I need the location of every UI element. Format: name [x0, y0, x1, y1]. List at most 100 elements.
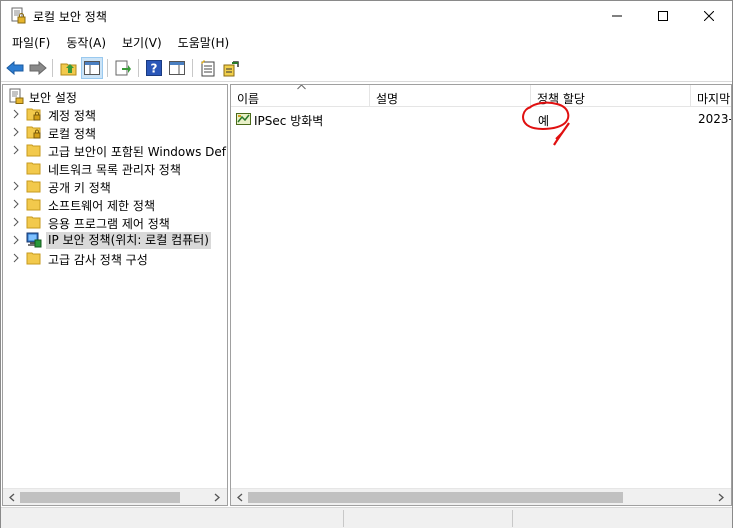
folder-lock-icon — [26, 108, 41, 121]
tree-item-software-restriction[interactable]: 소프트웨어 제한 정책 — [3, 195, 227, 213]
menu-bar: 파일(F) 동작(A) 보기(V) 도움말(H) — [1, 32, 732, 53]
chevron-right-icon — [13, 199, 19, 209]
assign-policy-button[interactable] — [220, 57, 242, 79]
sort-ascending-icon — [297, 85, 306, 90]
folder-icon — [26, 198, 41, 211]
folder-lock-icon — [26, 126, 41, 139]
column-header-description[interactable]: 설명 — [370, 85, 531, 107]
chevron-left-icon — [237, 493, 243, 502]
policy-last-modified: 2023- — [698, 112, 732, 126]
chevron-right-icon — [13, 127, 19, 137]
svg-text:?: ? — [151, 62, 158, 76]
show-hide-console-tree-button[interactable] — [81, 57, 103, 79]
tree-item-local-policies[interactable]: 로컬 정책 — [3, 123, 227, 141]
ip-security-icon — [26, 232, 42, 248]
status-separator — [343, 510, 344, 527]
console-tree-button[interactable] — [166, 57, 188, 79]
chevron-right-icon — [13, 253, 19, 263]
menu-view[interactable]: 보기(V) — [114, 32, 170, 52]
scroll-left-button[interactable] — [234, 492, 246, 503]
tree-item-public-key-policies[interactable]: 공개 키 정책 — [3, 177, 227, 195]
chevron-right-icon — [718, 493, 724, 502]
list-row[interactable]: IPSec 방화벽 예 2023- — [231, 110, 731, 128]
up-folder-icon — [60, 63, 77, 76]
tree-item-advanced-audit-policy[interactable]: 고급 감사 정책 구성 — [3, 249, 227, 267]
status-bar — [1, 507, 732, 528]
scroll-thumb[interactable] — [20, 492, 180, 503]
help-icon: ? — [146, 60, 162, 76]
chevron-right-icon — [13, 235, 19, 245]
folder-icon — [26, 144, 41, 157]
column-header-last-modified[interactable]: 마지막 — [691, 85, 731, 107]
tree-horizontal-scrollbar[interactable] — [3, 488, 227, 505]
scroll-thumb[interactable] — [248, 492, 623, 503]
result-list-pane[interactable]: 이름 설명 정책 할당 마지막 IPSec 방화벽 예 2023- — [230, 84, 732, 506]
security-settings-icon — [9, 88, 24, 104]
maximize-icon — [658, 11, 668, 21]
export-list-icon — [115, 60, 131, 76]
column-header-label: 이름 — [237, 92, 260, 106]
menu-file[interactable]: 파일(F) — [4, 32, 58, 52]
properties-icon — [201, 59, 215, 76]
window-title: 로컬 보안 정책 — [33, 10, 107, 24]
folder-icon — [26, 252, 41, 265]
toolbar-separator — [192, 59, 193, 77]
scroll-right-button[interactable] — [715, 492, 727, 503]
back-arrow-icon — [6, 61, 24, 75]
forward-arrow-icon — [29, 61, 47, 75]
list-header: 이름 설명 정책 할당 마지막 — [231, 85, 731, 107]
policy-name: IPSec 방화벽 — [254, 114, 324, 128]
local-security-policy-icon — [11, 7, 26, 24]
back-button[interactable] — [4, 57, 26, 79]
menu-action[interactable]: 동작(A) — [58, 32, 114, 52]
chevron-right-icon — [13, 109, 19, 119]
toolbar-separator — [52, 59, 53, 77]
tree-item-ip-security-policies[interactable]: IP 보안 정책(위치: 로컬 컴퓨터) — [3, 231, 227, 249]
folder-icon — [26, 216, 41, 229]
folder-icon — [26, 180, 41, 193]
tree-item-label: 고급 감사 정책 구성 — [48, 253, 148, 267]
red-circle-mark — [522, 101, 570, 146]
tree-item-label: 소프트웨어 제한 정책 — [48, 199, 155, 213]
properties-button[interactable] — [197, 57, 219, 79]
minimize-button[interactable] — [594, 1, 640, 31]
forward-button[interactable] — [27, 57, 49, 79]
status-separator — [512, 510, 513, 527]
folder-icon — [26, 162, 41, 175]
title-bar: 로컬 보안 정책 — [1, 1, 732, 31]
list-horizontal-scrollbar[interactable] — [231, 488, 731, 505]
console-tree-pane[interactable]: 보안 설정 계정 정책 로컬 정책 고급 보안이 포함된 Windows Def… — [2, 84, 228, 506]
toolbar-separator — [138, 59, 139, 77]
tree-item-network-list-manager[interactable]: 네트워크 목록 관리자 정책 — [3, 159, 227, 177]
console-tree-icon — [169, 61, 185, 75]
chevron-left-icon — [9, 493, 15, 502]
minimize-icon — [612, 15, 622, 17]
scroll-right-button[interactable] — [211, 492, 223, 503]
tree-item-application-control[interactable]: 응용 프로그램 제어 정책 — [3, 213, 227, 231]
up-one-level-button[interactable] — [58, 57, 80, 79]
toolbar-separator — [107, 59, 108, 77]
maximize-button[interactable] — [640, 1, 686, 31]
window: 로컬 보안 정책 파일(F) 동작(A) 보기(V) 도움말(H) ? 보안 설… — [0, 0, 733, 528]
toolbar: ? — [1, 54, 732, 82]
menu-help[interactable]: 도움말(H) — [170, 32, 238, 52]
tree-item-label: 고급 보안이 포함된 Windows Def — [48, 145, 226, 159]
close-icon — [704, 11, 714, 21]
tree-root-label: 보안 설정 — [29, 91, 77, 105]
column-header-label: 마지막 — [697, 92, 731, 106]
export-list-button[interactable] — [112, 57, 134, 79]
tree-item-label: 로컬 정책 — [48, 127, 96, 141]
chevron-right-icon — [13, 217, 19, 227]
tree-item-windows-defender-firewall[interactable]: 고급 보안이 포함된 Windows Def — [3, 141, 227, 159]
ip-policy-icon — [236, 113, 251, 125]
chevron-right-icon — [214, 493, 220, 502]
tree-root[interactable]: 보안 설정 — [3, 87, 227, 105]
show-hide-tree-icon — [84, 61, 100, 75]
tree-item-label: 네트워크 목록 관리자 정책 — [48, 163, 181, 177]
assign-policy-icon — [223, 60, 239, 76]
tree-item-account-policies[interactable]: 계정 정책 — [3, 105, 227, 123]
close-button[interactable] — [686, 1, 732, 31]
scroll-left-button[interactable] — [6, 492, 18, 503]
help-button[interactable]: ? — [143, 57, 165, 79]
column-header-name[interactable]: 이름 — [231, 85, 370, 107]
